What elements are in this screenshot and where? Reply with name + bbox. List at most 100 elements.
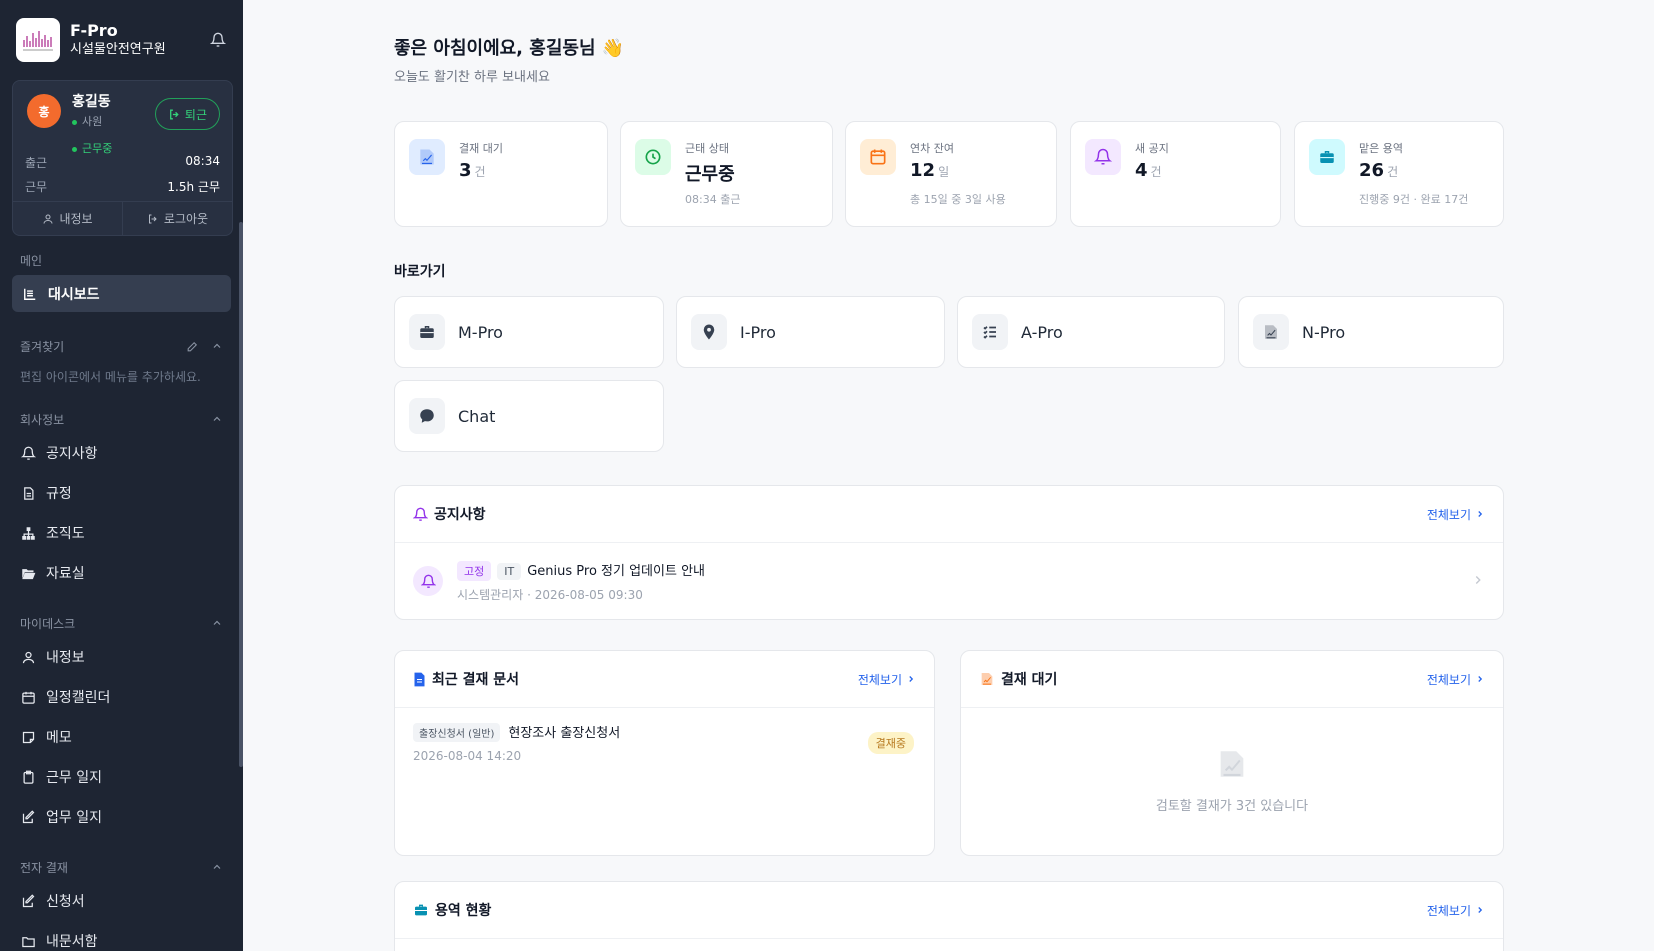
see-all-label: 전체보기	[1426, 507, 1471, 522]
signature-icon	[1220, 751, 1244, 777]
briefcase-icon	[1309, 139, 1345, 175]
sidebar-item-label: 근무 일지	[46, 770, 102, 786]
avatar: 홍	[27, 94, 61, 128]
quick-link-label: Chat	[458, 406, 496, 426]
chevron-up-icon	[213, 416, 221, 421]
sidebar-item-work-log[interactable]: 근무 일지	[0, 757, 243, 797]
section-favorites: 즐겨찾기	[0, 336, 243, 356]
memo-icon	[20, 729, 36, 745]
edit-icon	[20, 893, 36, 909]
edit-icon	[187, 341, 198, 351]
chevron-up-icon	[213, 864, 221, 869]
logout-label: 로그아웃	[163, 212, 209, 226]
quick-link-a-pro[interactable]: A-Pro	[957, 296, 1225, 368]
sidebar-item-task-log[interactable]: 업무 일지	[0, 797, 243, 837]
logout-icon	[148, 214, 157, 223]
projects-see-all-link[interactable]: 전체보기	[1427, 902, 1485, 919]
notices-see-all-link[interactable]: 전체보기	[1427, 506, 1485, 523]
quick-link-label: M-Pro	[458, 322, 503, 342]
calendar-icon	[20, 689, 36, 705]
sidebar-item-label: 신청서	[46, 894, 85, 910]
signature-icon	[981, 673, 993, 685]
chevron-up-icon	[213, 620, 221, 625]
recent-docs-panel: 최근 결재 문서 전체보기 출장신청서 (일반) 현장조사 출장신청서 2026-…	[394, 650, 935, 856]
collapse-mydesk-button[interactable]	[211, 617, 223, 629]
work-label: 근무	[25, 180, 48, 194]
collapse-approval-button[interactable]	[211, 861, 223, 873]
stat-title: 새 공지	[1135, 142, 1169, 155]
checkin-value: 08:34	[185, 154, 220, 168]
pending-see-all-link[interactable]: 전체보기	[1427, 671, 1485, 688]
collapse-favorites-button[interactable]	[211, 340, 223, 353]
pending-approvals-panel: 결재 대기 전체보기 검토할 결재가 3건 있습니다	[960, 650, 1504, 856]
sidebar-item-application[interactable]: 신청서	[0, 881, 243, 921]
stat-number: 4	[1135, 160, 1148, 181]
sidebar-item-label: 자료실	[46, 566, 85, 582]
sidebar-item-label: 대시보드	[48, 286, 100, 303]
stat-card-annual-leave[interactable]: 연차 잔여 12 일 총 15일 중 3일 사용	[845, 121, 1057, 227]
stat-unit: 일	[938, 165, 950, 179]
section-mydesk: 마이데스크	[0, 613, 243, 633]
sidebar-item-archive[interactable]: 자료실	[0, 553, 243, 593]
stat-title: 맡은 용역	[1359, 142, 1403, 155]
sidebar-item-dashboard[interactable]: 대시보드	[12, 275, 231, 312]
checklist-icon	[972, 314, 1008, 350]
quick-link-chat[interactable]: Chat	[394, 380, 664, 452]
favorites-title: 즐겨찾기	[20, 339, 65, 354]
sidebar-item-rules[interactable]: 규정	[0, 473, 243, 513]
pending-title: 결재 대기	[1001, 672, 1058, 688]
see-all-label: 전체보기	[1426, 672, 1471, 687]
status-badge: 결재중	[867, 732, 914, 754]
notices-panel: 공지사항 전체보기 고정 IT Genius Pro 정기 업데이트 안내 시스템관…	[394, 485, 1504, 620]
section-main: 메인	[0, 250, 243, 270]
stat-card-projects[interactable]: 맡은 용역 26 건 진행중 9건 · 완료 17건	[1294, 121, 1504, 227]
exit-icon	[169, 109, 179, 119]
sidebar-item-calendar[interactable]: 일정캘린더	[0, 677, 243, 717]
folder-icon	[20, 933, 36, 949]
quick-link-m-pro[interactable]: M-Pro	[394, 296, 664, 368]
recent-docs-see-all-link[interactable]: 전체보기	[858, 671, 916, 688]
quick-link-n-pro[interactable]: N-Pro	[1238, 296, 1504, 368]
my-info-button[interactable]: 내정보	[13, 202, 122, 235]
chevron-right-icon	[1478, 676, 1483, 682]
sidebar-item-org-chart[interactable]: 조직도	[0, 513, 243, 553]
checkin-label: 출근	[25, 156, 48, 170]
bell-icon	[413, 566, 443, 596]
map-pin-icon	[691, 314, 727, 350]
notice-author: 시스템관리자	[457, 587, 524, 602]
doc-list-item[interactable]: 출장신청서 (일반) 현장조사 출장신청서 2026-08-04 14:20 결재…	[395, 708, 934, 777]
edit-favorites-button[interactable]	[186, 340, 199, 353]
user-icon	[20, 649, 36, 665]
dashboard-icon	[22, 286, 38, 302]
quick-links-title: 바로가기	[394, 264, 446, 280]
sidebar-item-my-info[interactable]: 내정보	[0, 637, 243, 677]
stat-card-attendance[interactable]: 근태 상태 근무중 08:34 출근	[620, 121, 833, 227]
clock-icon	[635, 139, 671, 175]
projects-panel: 용역 현황 전체보기	[394, 881, 1504, 951]
logout-button[interactable]: 로그아웃	[122, 202, 232, 235]
sidebar-item-memo[interactable]: 메모	[0, 717, 243, 757]
notice-item[interactable]: 고정 IT Genius Pro 정기 업데이트 안내 시스템관리자 · 2026-…	[395, 543, 1503, 619]
briefcase-icon	[415, 904, 427, 916]
leave-work-button[interactable]: 퇴근	[154, 98, 220, 130]
chevron-right-icon	[909, 676, 914, 682]
collapse-company-button[interactable]	[211, 413, 223, 425]
bell-icon	[413, 507, 428, 521]
stat-title: 결재 대기	[459, 142, 503, 155]
stat-card-pending-approval[interactable]: 결재 대기 3건	[394, 121, 608, 227]
stat-card-new-notices[interactable]: 새 공지 4건	[1070, 121, 1281, 227]
sidebar-item-notices[interactable]: 공지사항	[0, 433, 243, 473]
approval-icon	[409, 139, 445, 175]
greeting-subtitle: 오늘도 활기찬 하루 보내세요	[394, 70, 550, 85]
section-main-label: 메인	[20, 253, 43, 268]
stat-sub: 진행중 9건 · 완료 17건	[1359, 193, 1469, 206]
quick-link-i-pro[interactable]: I-Pro	[676, 296, 945, 368]
stat-unit: 건	[1150, 165, 1162, 179]
user-icon	[43, 214, 53, 224]
notices-title: 공지사항	[413, 504, 486, 524]
notification-button[interactable]	[205, 27, 231, 53]
app-logo[interactable]	[16, 18, 60, 62]
signature-icon	[1253, 314, 1289, 350]
sidebar-item-my-docs[interactable]: 내문서함	[0, 921, 243, 951]
projects-title: 용역 현황	[435, 903, 492, 919]
